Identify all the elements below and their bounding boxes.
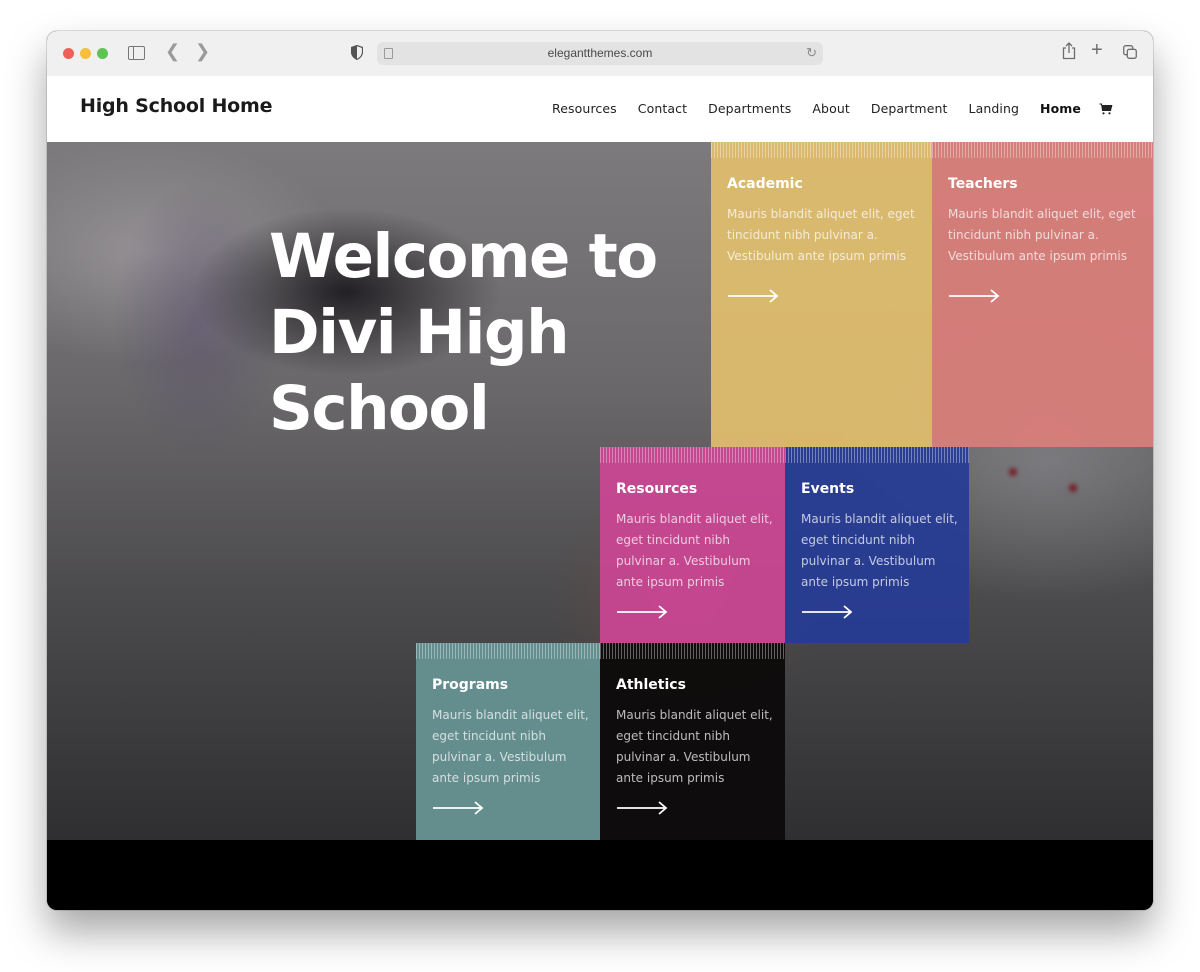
card-stripe xyxy=(600,447,785,463)
nav-item-landing[interactable]: Landing xyxy=(969,101,1020,116)
back-icon[interactable]: ❮ xyxy=(165,41,180,62)
sidebar-toggle-icon[interactable] xyxy=(128,46,145,60)
background-detail xyxy=(1009,468,1017,476)
address-bar[interactable]: elegantthemes.com ↻ xyxy=(377,42,823,65)
card-teachers[interactable]: Teachers Mauris blandit aliquet elit, eg… xyxy=(932,142,1153,447)
url-text[interactable]: elegantthemes.com xyxy=(377,46,823,60)
nav-item-contact[interactable]: Contact xyxy=(638,101,687,116)
reload-icon[interactable]: ↻ xyxy=(806,45,817,61)
card-resources[interactable]: Resources Mauris blandit aliquet elit, e… xyxy=(600,447,785,643)
card-text: Mauris blandit aliquet elit, eget tincid… xyxy=(801,512,958,589)
arrow-right-icon[interactable] xyxy=(801,605,853,619)
close-window-button[interactable] xyxy=(63,48,74,59)
nav-item-about[interactable]: About xyxy=(812,101,849,116)
forward-icon[interactable]: ❯ xyxy=(195,41,210,62)
zoom-window-button[interactable] xyxy=(97,48,108,59)
background-detail xyxy=(1069,484,1077,492)
card-programs[interactable]: Programs Mauris blandit aliquet elit, eg… xyxy=(416,643,600,840)
arrow-right-icon[interactable] xyxy=(727,289,779,303)
minimize-window-button[interactable] xyxy=(80,48,91,59)
shopping-cart-icon[interactable] xyxy=(1099,103,1113,115)
card-stripe xyxy=(711,142,932,158)
card-title: Academic xyxy=(727,176,803,192)
card-title: Events xyxy=(801,481,855,497)
nav-item-department[interactable]: Department xyxy=(871,101,948,116)
nav-item-departments[interactable]: Departments xyxy=(708,101,791,116)
arrow-right-icon[interactable] xyxy=(616,801,668,815)
card-text: Mauris blandit aliquet elit, eget tincid… xyxy=(616,512,773,589)
nav-item-resources[interactable]: Resources xyxy=(552,101,617,116)
site-logo[interactable]: High School Home xyxy=(80,95,273,117)
browser-toolbar: ❮ ❯ elegantthemes.com ↻ + xyxy=(47,31,1153,77)
card-title: Programs xyxy=(432,677,509,693)
card-stripe xyxy=(785,447,969,463)
card-academic[interactable]: Academic Mauris blandit aliquet elit, eg… xyxy=(711,142,932,447)
arrow-right-icon[interactable] xyxy=(948,289,1000,303)
card-stripe xyxy=(932,142,1153,158)
site-header: High School Home Resources Contact Depar… xyxy=(47,76,1153,142)
card-stripe xyxy=(416,643,600,659)
card-text: Mauris blandit aliquet elit, eget tincid… xyxy=(432,708,589,785)
card-text: Mauris blandit aliquet elit, eget tincid… xyxy=(727,207,915,263)
tabs-overview-icon[interactable] xyxy=(1123,45,1137,59)
card-text: Mauris blandit aliquet elit, eget tincid… xyxy=(948,207,1136,263)
arrow-right-icon[interactable] xyxy=(616,605,668,619)
new-tab-icon[interactable]: + xyxy=(1091,39,1103,62)
card-title: Resources xyxy=(616,481,698,497)
card-text: Mauris blandit aliquet elit, eget tincid… xyxy=(616,708,773,785)
hero-title: Welcome to Divi High School xyxy=(269,220,658,444)
nav-item-home[interactable]: Home xyxy=(1040,101,1081,116)
card-title: Teachers xyxy=(948,176,1018,192)
hero-section: Welcome to Divi High School Academic Mau… xyxy=(47,142,1153,840)
arrow-right-icon[interactable] xyxy=(432,801,484,815)
card-stripe xyxy=(600,643,785,659)
main-nav: Resources Contact Departments About Depa… xyxy=(531,101,1113,116)
privacy-shield-icon[interactable] xyxy=(351,45,363,60)
card-events[interactable]: Events Mauris blandit aliquet elit, eget… xyxy=(785,447,969,643)
page-bottom-band xyxy=(47,840,1153,910)
card-athletics[interactable]: Athletics Mauris blandit aliquet elit, e… xyxy=(600,643,785,840)
share-icon[interactable] xyxy=(1062,42,1076,60)
card-title: Athletics xyxy=(616,677,686,693)
browser-window: ❮ ❯ elegantthemes.com ↻ + High School Ho… xyxy=(47,31,1153,910)
